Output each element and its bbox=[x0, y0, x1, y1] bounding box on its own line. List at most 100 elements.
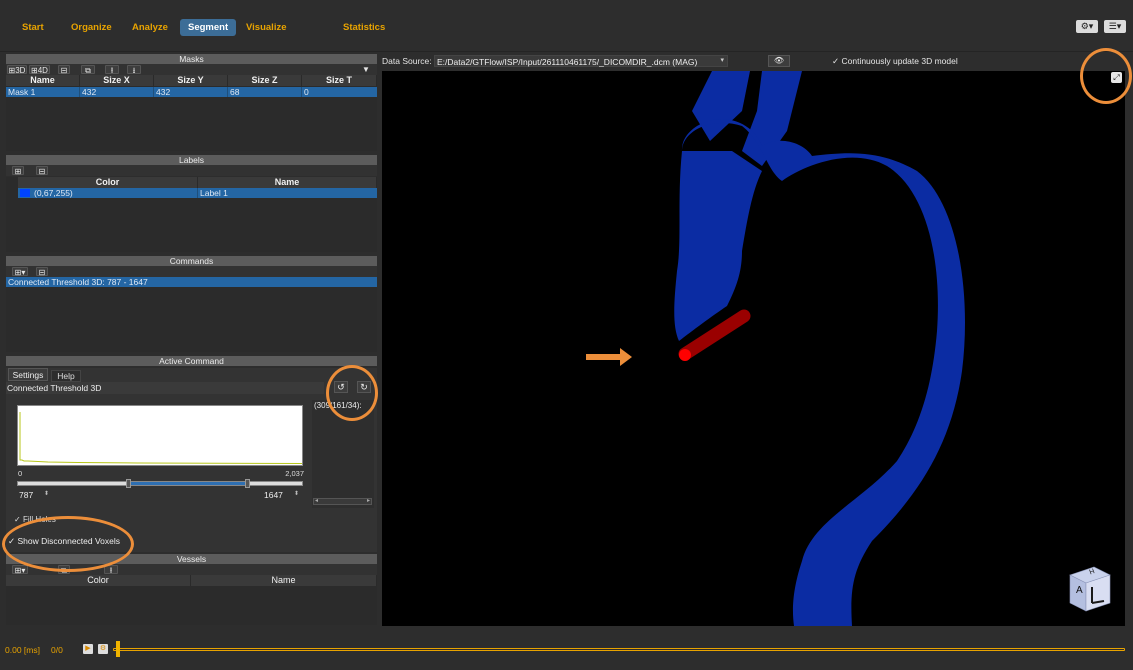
play-icon: ▶ bbox=[85, 645, 91, 652]
add-3d-mask-button[interactable]: ⊞3D bbox=[7, 65, 27, 75]
frame-readout: 0/0 bbox=[51, 645, 63, 655]
add-4d-label: 4D bbox=[37, 66, 48, 75]
remove-label-button[interactable]: ⊟ bbox=[36, 166, 48, 176]
download-icon: ⭳ bbox=[132, 66, 136, 75]
label-color-cell: (0,67,255) bbox=[32, 188, 198, 198]
data-source-bar: Data Source: E:/Data2/GTFlow/ISP/Input/2… bbox=[382, 55, 1127, 69]
tab-visualize[interactable]: Visualize bbox=[238, 19, 295, 36]
cube-label-a: A bbox=[1076, 585, 1083, 596]
aorta-3d-model bbox=[674, 71, 965, 626]
command-item-label: Connected Threshold 3D: 787 - 1647 bbox=[8, 277, 148, 287]
add-4d-mask-button[interactable]: ⊞4D bbox=[29, 65, 50, 75]
range-high-handle[interactable] bbox=[245, 479, 250, 488]
masks-col-size-t[interactable]: Size T bbox=[302, 75, 377, 86]
table-row[interactable]: (0,67,255) Label 1 bbox=[18, 188, 377, 198]
3d-viewport[interactable]: A H ⤢ bbox=[382, 71, 1125, 626]
plus-box-icon: ⊞ bbox=[14, 167, 22, 176]
labels-toolbar: ⊞ ⊟ bbox=[6, 165, 377, 176]
play-button[interactable]: ▶ bbox=[83, 644, 93, 654]
copy-icon: ⧉ bbox=[85, 66, 91, 75]
mask-size-y-cell: 432 bbox=[154, 87, 228, 97]
main-menu-button[interactable]: ☰▾ bbox=[1104, 20, 1126, 33]
tab-segment[interactable]: Segment bbox=[180, 19, 237, 36]
playback-settings-button[interactable]: ⚙ bbox=[98, 644, 108, 654]
annotation-circle-undo-redo bbox=[326, 365, 378, 421]
label-color-swatch bbox=[20, 189, 30, 197]
data-source-value: E:/Data2/GTFlow/ISP/Input/261110461175/_… bbox=[437, 57, 698, 67]
continuous-update-label: Continuously update 3D model bbox=[841, 56, 958, 66]
table-row[interactable]: Mask 1 432 432 68 0 bbox=[6, 87, 377, 97]
remove-mask-button[interactable]: ⊟ bbox=[58, 65, 70, 75]
top-menu-bar: Start Organize Analyze Segment Visualize… bbox=[0, 0, 1133, 52]
range-high-spinbox[interactable]: 1647 ⬍ bbox=[264, 490, 304, 501]
add-label-button[interactable]: ⊞ bbox=[12, 166, 24, 176]
mask-name-cell: Mask 1 bbox=[6, 87, 80, 97]
annotation-circle-maximize bbox=[1080, 48, 1132, 104]
tab-settings[interactable]: Settings bbox=[8, 368, 48, 381]
hamburger-menu-icon: ☰▾ bbox=[1108, 21, 1122, 31]
tab-start[interactable]: Start bbox=[14, 19, 52, 36]
seed-list-scrollbar[interactable]: ◂ ▸ bbox=[313, 498, 372, 505]
commands-header: Commands bbox=[6, 256, 377, 266]
timeline-slider-handle[interactable] bbox=[116, 641, 120, 657]
annotation-arrow bbox=[586, 348, 632, 366]
spin-arrows-icon: ⬍ bbox=[44, 491, 50, 497]
active-command-header: Active Command bbox=[6, 356, 377, 366]
labels-table: Color Name (0,67,255) Label 1 bbox=[6, 177, 377, 252]
orientation-cube[interactable]: A H bbox=[1064, 565, 1112, 613]
masks-col-size-x[interactable]: Size X bbox=[80, 75, 154, 86]
visibility-toggle-button[interactable]: 👁 bbox=[768, 55, 790, 67]
add-command-button[interactable]: ⊞▾ bbox=[12, 267, 28, 277]
masks-col-size-y[interactable]: Size Y bbox=[154, 75, 228, 86]
settings-button[interactable]: ⚙▾ bbox=[1076, 20, 1098, 33]
histogram-chart[interactable] bbox=[17, 405, 303, 466]
tab-organize[interactable]: Organize bbox=[63, 19, 120, 36]
histogram-max-label: 2,037 bbox=[285, 469, 304, 478]
tab-help[interactable]: Help bbox=[51, 370, 81, 382]
range-low-handle[interactable] bbox=[126, 479, 131, 488]
remove-command-button[interactable]: ⊟ bbox=[36, 267, 48, 277]
mask-size-t-cell: 0 bbox=[304, 87, 309, 97]
range-low-spinbox[interactable]: 787 ⬍ bbox=[19, 490, 55, 501]
commands-toolbar: ⊞▾ ⊟ bbox=[6, 266, 377, 277]
plus-box-icon: ⊞ bbox=[31, 66, 38, 75]
upload-icon: ⭱ bbox=[110, 66, 114, 75]
chevron-down-icon: ▾ bbox=[720, 57, 724, 64]
range-low-value: 787 bbox=[19, 490, 34, 500]
tab-analyze[interactable]: Analyze bbox=[124, 19, 176, 36]
vessels-col-name[interactable]: Name bbox=[191, 575, 377, 586]
filter-button[interactable]: ▼ bbox=[359, 65, 373, 74]
mask-size-x-cell: 432 bbox=[80, 87, 154, 97]
masks-col-size-z[interactable]: Size Z bbox=[228, 75, 302, 86]
threshold-range-slider[interactable] bbox=[17, 479, 303, 488]
masks-col-name[interactable]: Name bbox=[6, 75, 80, 86]
plus-box-icon: ⊞▾ bbox=[14, 566, 26, 575]
range-high-value: 1647 bbox=[264, 490, 283, 500]
gear-icon: ⚙ bbox=[99, 645, 107, 652]
import-mask-button[interactable]: ⭳ bbox=[127, 65, 141, 75]
add-3d-label: 3D bbox=[15, 66, 26, 75]
timeline-slider[interactable] bbox=[113, 641, 1125, 657]
minus-box-icon: ⊟ bbox=[38, 167, 46, 176]
tab-statistics[interactable]: Statistics bbox=[335, 19, 393, 36]
upload-icon: ⭱ bbox=[109, 566, 113, 575]
timeline-bar: 0.00 [ms] 0/0 ▶ ⚙ bbox=[0, 636, 1133, 664]
label-name-cell: Label 1 bbox=[200, 188, 228, 198]
labels-col-name[interactable]: Name bbox=[198, 177, 377, 188]
vessels-col-color[interactable]: Color bbox=[6, 575, 191, 586]
histogram-min-label: 0 bbox=[18, 469, 23, 478]
continuous-update-checkbox[interactable]: ✓ Continuously update 3D model bbox=[832, 56, 958, 67]
mask-size-z-cell: 68 bbox=[228, 87, 302, 97]
add-vessel-button[interactable]: ⊞▾ bbox=[12, 565, 28, 575]
list-item[interactable]: Connected Threshold 3D: 787 - 1647 bbox=[6, 277, 377, 287]
annotation-circle-show-disconnected bbox=[2, 516, 134, 572]
minus-box-icon: ⊟ bbox=[38, 268, 46, 277]
copy-mask-button[interactable]: ⧉ bbox=[81, 65, 95, 75]
masks-header: Masks bbox=[6, 54, 377, 64]
filter-icon: ▼ bbox=[362, 65, 370, 74]
orientation-cube-icon bbox=[1069, 566, 1111, 612]
labels-col-color[interactable]: Color bbox=[18, 177, 198, 188]
vessels-table: Color Name bbox=[6, 575, 377, 625]
export-mask-button[interactable]: ⭱ bbox=[105, 65, 119, 75]
data-source-select[interactable]: E:/Data2/GTFlow/ISP/Input/261110461175/_… bbox=[434, 55, 728, 67]
